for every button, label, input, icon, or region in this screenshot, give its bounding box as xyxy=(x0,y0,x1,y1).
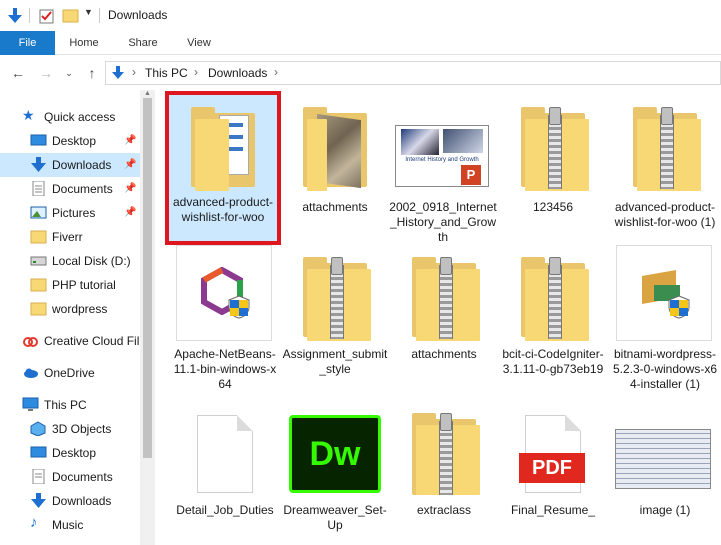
back-arrow-icon[interactable]: ← xyxy=(9,64,27,82)
file-item[interactable]: attachments xyxy=(390,245,498,385)
nav-item-pc-downloads[interactable]: Downloads xyxy=(0,489,140,513)
file-item[interactable]: bitnami-wordpress-5.2.3-0-windows-x64-in… xyxy=(611,245,719,405)
creative-cloud-icon xyxy=(23,337,38,347)
properties-checkbox-icon[interactable] xyxy=(38,7,56,25)
pictures-icon xyxy=(30,206,47,219)
drive-icon xyxy=(30,256,47,266)
3d-objects-icon xyxy=(30,421,46,436)
nav-item-fiverr[interactable]: Fiverr xyxy=(0,225,140,249)
folder-icon xyxy=(183,95,263,195)
documents-icon xyxy=(32,469,45,484)
nav-scrollbar[interactable]: ▲ xyxy=(140,90,155,545)
pin-icon[interactable]: 📌 xyxy=(124,135,136,146)
navigation-pane: ★ Quick access Desktop 📌 Downloads 📌 Doc… xyxy=(0,90,155,545)
powerpoint-badge-icon: P xyxy=(461,165,481,185)
zip-folder-icon xyxy=(513,245,593,345)
download-arrow-icon xyxy=(31,493,46,508)
nav-this-pc[interactable]: This PC xyxy=(0,393,140,417)
scroll-up-icon[interactable]: ▲ xyxy=(143,90,152,98)
pdf-icon: PDF xyxy=(513,413,593,513)
tab-share[interactable]: Share xyxy=(120,31,166,55)
nav-onedrive[interactable]: OneDrive xyxy=(0,361,140,385)
file-item[interactable]: Detail_Job_Duties xyxy=(171,413,279,543)
this-pc-icon xyxy=(22,397,39,411)
tab-home[interactable]: Home xyxy=(60,31,108,55)
file-item[interactable]: Assignment_submit_style xyxy=(281,245,389,385)
file-item[interactable]: Dw Dreamweaver_Set-Up xyxy=(281,413,389,543)
file-grid: advanced-product-wishlist-for-woo attach… xyxy=(160,90,721,545)
zip-folder-icon xyxy=(404,245,484,345)
zip-folder-icon xyxy=(513,95,593,195)
desktop-icon xyxy=(30,446,47,458)
pin-icon[interactable]: 📌 xyxy=(124,183,136,194)
pin-icon[interactable]: 📌 xyxy=(124,207,136,218)
desktop-icon xyxy=(30,134,47,146)
nav-item-downloads[interactable]: Downloads 📌 xyxy=(0,153,140,177)
nav-item-desktop[interactable]: Desktop 📌 xyxy=(0,129,140,153)
breadcrumb-separator-icon[interactable]: › xyxy=(274,65,278,79)
breadcrumb-this-pc[interactable]: This PC xyxy=(145,66,188,80)
folder-icon xyxy=(30,278,47,292)
file-item[interactable]: PDF Final_Resume_ xyxy=(499,413,607,543)
folder-icon xyxy=(30,230,47,244)
download-arrow-icon xyxy=(31,157,46,172)
onedrive-cloud-icon xyxy=(24,368,38,378)
uac-shield-icon xyxy=(668,295,690,319)
file-item[interactable]: attachments xyxy=(281,95,389,235)
image-thumbnail-icon xyxy=(615,413,711,513)
bitnami-installer-icon xyxy=(616,245,712,341)
documents-icon xyxy=(32,181,45,196)
file-item[interactable]: bcit-ci-CodeIgniter-3.1.11-0-gb73eb19 xyxy=(499,245,607,385)
zip-folder-icon xyxy=(295,245,375,345)
download-arrow-icon xyxy=(112,66,124,79)
up-arrow-icon[interactable]: ↑ xyxy=(83,64,101,82)
nav-item-3d-objects[interactable]: 3D Objects xyxy=(0,417,140,441)
breadcrumb-separator-icon[interactable]: › xyxy=(194,65,198,79)
nav-creative-cloud[interactable]: Creative Cloud Fil xyxy=(0,329,140,353)
file-item[interactable]: Apache-NetBeans-11.1-bin-windows-x64 xyxy=(171,245,279,400)
file-item[interactable]: extraclass xyxy=(390,413,498,543)
nav-item-php-tutorial[interactable]: PHP tutorial xyxy=(0,273,140,297)
tab-view[interactable]: View xyxy=(178,31,220,55)
file-item[interactable]: image (1) xyxy=(611,413,719,543)
pptx-thumbnail-icon: Internet History and Growth P xyxy=(395,95,491,195)
forward-arrow-icon[interactable]: → xyxy=(37,64,55,82)
nav-item-pc-documents[interactable]: Documents xyxy=(0,465,140,489)
music-icon: ♪ xyxy=(30,514,38,531)
nav-item-pictures[interactable]: Pictures 📌 xyxy=(0,201,140,225)
file-item[interactable]: Internet History and Growth P 2002_0918_… xyxy=(389,95,497,244)
window-title: Downloads xyxy=(108,8,168,22)
uac-shield-icon xyxy=(228,295,250,319)
breadcrumb-downloads[interactable]: Downloads xyxy=(208,66,267,80)
document-icon xyxy=(185,413,265,513)
customize-toolbar-chevron-icon[interactable]: ▼ xyxy=(84,7,93,17)
nav-quick-access[interactable]: ★ Quick access xyxy=(0,105,140,129)
zip-folder-icon xyxy=(625,95,705,195)
photo-folder-icon xyxy=(295,95,375,195)
nav-item-wordpress[interactable]: wordpress xyxy=(0,297,140,321)
tab-file[interactable]: File xyxy=(0,31,55,55)
scrollbar-thumb[interactable] xyxy=(143,98,152,458)
nav-item-music[interactable]: ♪ Music xyxy=(0,513,140,537)
pin-icon[interactable]: 📌 xyxy=(124,159,136,170)
zip-folder-icon xyxy=(404,413,484,513)
dreamweaver-icon: Dw xyxy=(289,413,381,513)
breadcrumb-separator-icon[interactable]: › xyxy=(132,65,136,79)
netbeans-installer-icon xyxy=(176,245,272,341)
folder-icon xyxy=(30,302,47,316)
nav-item-documents[interactable]: Documents 📌 xyxy=(0,177,140,201)
address-row: ← → ⌄ ↑ › This PC › Downloads › xyxy=(0,56,721,90)
recent-locations-chevron-icon[interactable]: ⌄ xyxy=(60,64,78,82)
file-item[interactable]: advanced-product-wishlist-for-woo (1) xyxy=(611,95,719,235)
file-item[interactable]: advanced-product-wishlist-for-woo xyxy=(165,91,281,245)
file-item[interactable]: 123456 xyxy=(499,95,607,235)
download-arrow-icon[interactable] xyxy=(6,7,24,25)
new-folder-icon[interactable] xyxy=(62,7,80,25)
ribbon-tabs: File Home Share View xyxy=(0,31,721,55)
nav-item-pc-desktop[interactable]: Desktop xyxy=(0,441,140,465)
nav-item-local-disk[interactable]: Local Disk (D:) xyxy=(0,249,140,273)
address-bar[interactable]: › This PC › Downloads › xyxy=(105,61,721,85)
star-icon: ★ xyxy=(22,107,35,123)
title-bar: ▼ Downloads xyxy=(0,0,721,31)
